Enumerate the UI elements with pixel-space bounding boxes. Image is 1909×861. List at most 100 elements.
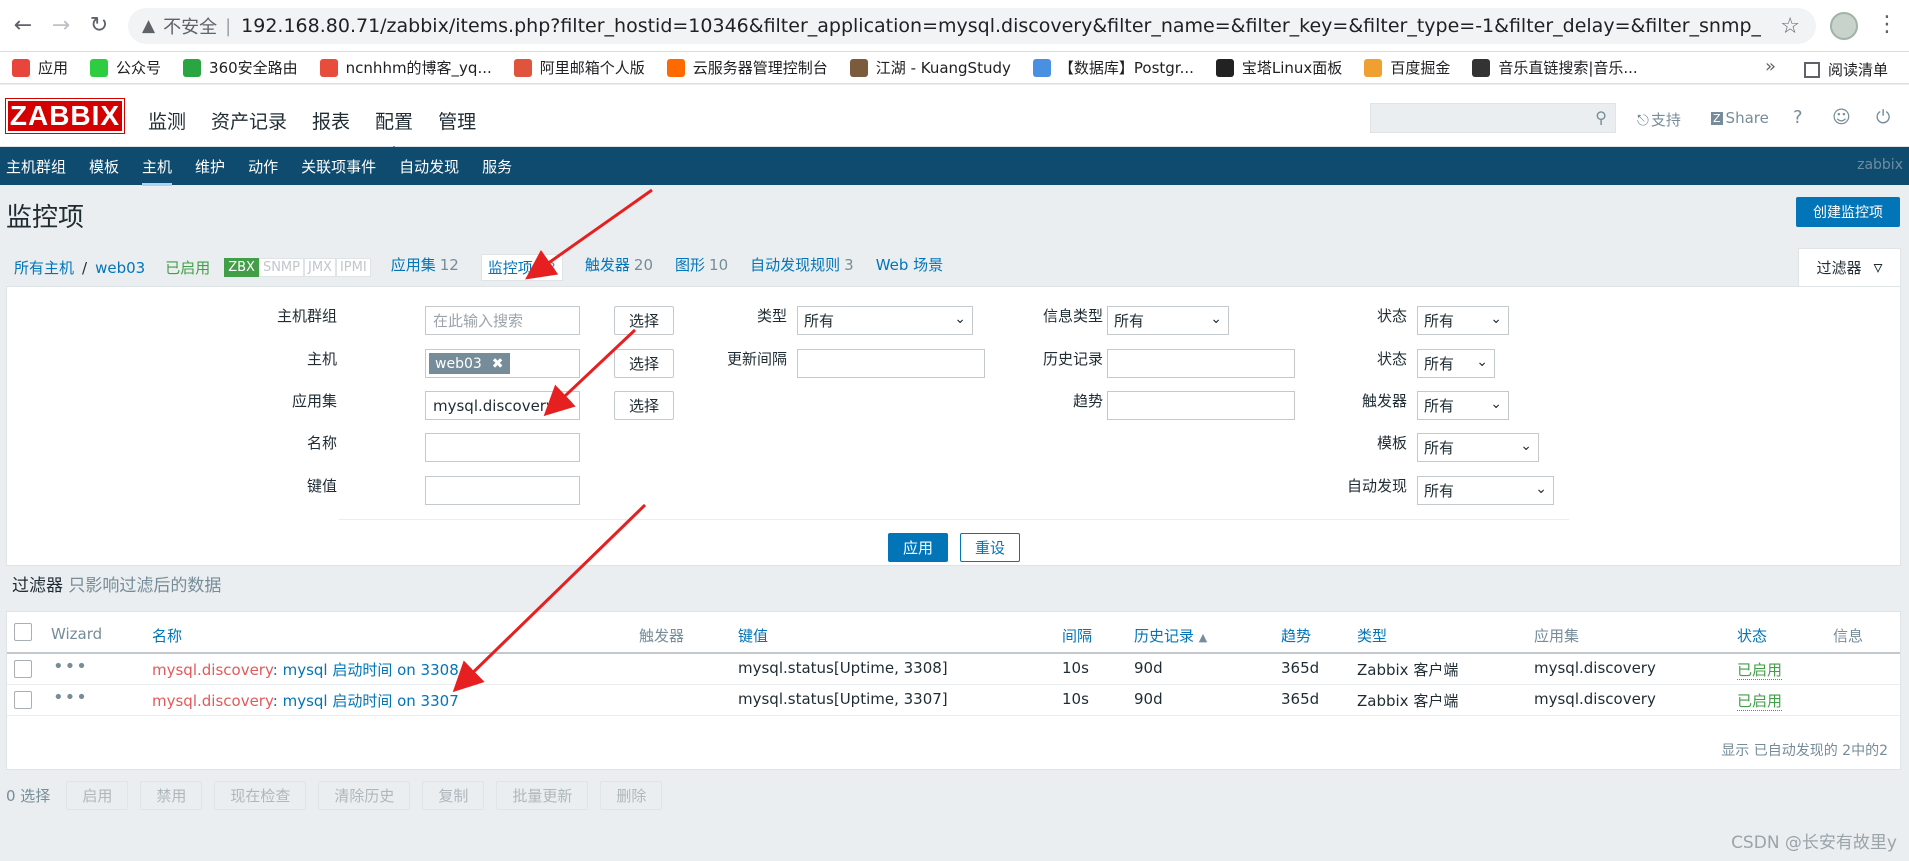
item-status[interactable]: 已启用: [1737, 690, 1783, 711]
host-tab[interactable]: 触发器 20: [585, 254, 653, 281]
bookmark-item[interactable]: 阿里邮箱个人版: [513, 57, 645, 78]
wizard-menu-icon[interactable]: •••: [53, 687, 88, 708]
info-type-select[interactable]: 所有 ⌄: [1107, 306, 1229, 335]
bookmark-star-icon[interactable]: ☆: [1780, 14, 1800, 39]
help-icon[interactable]: ?: [1793, 107, 1803, 128]
host-tab[interactable]: 监控项 53: [480, 254, 563, 281]
select-all-checkbox[interactable]: [14, 623, 32, 641]
template-select[interactable]: 所有 ⌄: [1417, 433, 1539, 462]
col-type[interactable]: 类型: [1357, 625, 1387, 646]
main-menu-item[interactable]: 管理: [438, 107, 476, 134]
mass-action-button[interactable]: 禁用: [140, 781, 203, 810]
host-multiselect[interactable]: web03 ✖: [425, 349, 580, 378]
address-bar[interactable]: ▲ 不安全 | 192.168.80.71/zabbix/items.php?f…: [128, 8, 1816, 44]
support-link[interactable]: ⎋ 支持: [1637, 109, 1681, 130]
user-profile-icon[interactable]: ☺: [1832, 107, 1851, 128]
wizard-menu-icon[interactable]: •••: [53, 656, 88, 677]
zabbix-logo[interactable]: ZABBIX: [5, 98, 125, 134]
sub-nav-item[interactable]: 主机: [142, 156, 173, 186]
main-menu-item[interactable]: 配置: [375, 107, 413, 154]
main-menu-item[interactable]: 资产记录: [211, 107, 287, 134]
host-tab[interactable]: 图形 10: [675, 254, 728, 281]
col-interval[interactable]: 间隔: [1062, 625, 1092, 646]
profile-avatar[interactable]: [1830, 12, 1858, 40]
host-group-select-button[interactable]: 选择: [614, 306, 674, 335]
bookmark-item[interactable]: 云服务器管理控制台: [666, 57, 828, 78]
trends-input[interactable]: [1107, 391, 1295, 420]
row-checkbox[interactable]: [14, 691, 32, 709]
application-select-button[interactable]: 选择: [614, 391, 674, 420]
col-history[interactable]: 历史记录 ▲: [1134, 625, 1207, 646]
bookmark-item[interactable]: 公众号: [90, 57, 161, 78]
share-link[interactable]: Z Share: [1711, 109, 1769, 127]
mass-action-button[interactable]: 复制: [422, 781, 485, 810]
host-label: 主机: [306, 350, 337, 368]
col-status[interactable]: 状态: [1737, 625, 1767, 646]
host-tab[interactable]: 自动发现规则 3: [750, 254, 854, 281]
host-group-input[interactable]: 在此输入搜索: [425, 306, 580, 335]
bookmark-item[interactable]: 音乐直链搜索|音乐...: [1472, 57, 1638, 78]
bookmark-item[interactable]: 360安全路由: [183, 57, 298, 78]
key-input[interactable]: [425, 476, 580, 505]
mass-action-button[interactable]: 批量更新: [496, 781, 589, 810]
back-icon[interactable]: ←: [8, 11, 38, 41]
remove-tag-icon[interactable]: ✖: [492, 356, 504, 372]
discovery-rule-link[interactable]: mysql.discovery: [152, 692, 273, 710]
col-key[interactable]: 键值: [738, 625, 768, 646]
host-select-button[interactable]: 选择: [614, 349, 674, 378]
sub-nav-item[interactable]: 服务: [482, 156, 512, 177]
search-icon[interactable]: ⚲: [1595, 108, 1607, 127]
apply-button[interactable]: 应用: [888, 533, 948, 562]
bookmark-item[interactable]: 宝塔Linux面板: [1215, 57, 1342, 78]
all-hosts-link[interactable]: 所有主机: [14, 257, 74, 278]
item-name-link[interactable]: : mysql 启动时间 on 3307: [273, 692, 459, 710]
sub-nav-item[interactable]: 维护: [195, 156, 225, 177]
host-tab[interactable]: Web 场景: [876, 254, 947, 281]
name-input[interactable]: [425, 433, 580, 462]
host-tab[interactable]: 应用集 12: [391, 254, 459, 281]
application-input[interactable]: mysql.discovery: [425, 391, 580, 420]
interval-input[interactable]: [797, 349, 985, 378]
bookmark-item[interactable]: ncnhhm的博客_yq...: [319, 57, 492, 78]
forward-icon[interactable]: →: [46, 11, 76, 41]
sub-nav-item[interactable]: 自动发现: [399, 156, 459, 177]
history-input[interactable]: [1107, 349, 1295, 378]
row-checkbox[interactable]: [14, 660, 32, 678]
sub-nav-item[interactable]: 模板: [89, 156, 119, 177]
bookmark-item[interactable]: 【数据库】Postgr...: [1032, 57, 1194, 78]
bookmark-item[interactable]: 江湖 - KuangStudy: [849, 57, 1011, 78]
reading-list[interactable]: 阅读清单: [1804, 59, 1888, 80]
state-select[interactable]: 所有 ⌄: [1417, 306, 1509, 335]
host-status[interactable]: 已启用: [165, 257, 210, 278]
create-item-button[interactable]: 创建监控项: [1796, 197, 1900, 227]
col-trends[interactable]: 趋势: [1281, 625, 1311, 646]
sub-nav-item[interactable]: 关联项事件: [301, 156, 376, 177]
bookmark-item[interactable]: 应用: [12, 57, 68, 78]
mass-action-button[interactable]: 清除历史: [318, 781, 411, 810]
bookmark-item[interactable]: 百度掘金: [1364, 57, 1450, 78]
discovered-select[interactable]: 所有 ⌄: [1417, 476, 1554, 505]
item-status[interactable]: 已启用: [1737, 659, 1783, 680]
main-menu-item[interactable]: 监测: [148, 107, 186, 134]
mass-action-button[interactable]: 删除: [600, 781, 663, 810]
reload-icon[interactable]: ↻: [84, 11, 114, 41]
global-search-input[interactable]: ⚲: [1370, 103, 1616, 133]
type-select[interactable]: 所有 ⌄: [797, 306, 973, 335]
mass-action-button[interactable]: 现在检查: [214, 781, 307, 810]
main-menu-item[interactable]: 报表: [312, 107, 350, 134]
discovery-rule-link[interactable]: mysql.discovery: [152, 661, 273, 679]
status-select[interactable]: 所有 ⌄: [1417, 349, 1495, 378]
logout-icon[interactable]: ⏻: [1876, 107, 1890, 128]
mass-action-button[interactable]: 启用: [66, 781, 129, 810]
reset-button[interactable]: 重设: [960, 533, 1020, 562]
item-name-link[interactable]: : mysql 启动时间 on 3308: [273, 661, 459, 679]
sub-nav-item[interactable]: 主机群组: [6, 156, 66, 177]
triggers-select[interactable]: 所有 ⌄: [1417, 391, 1509, 420]
browser-menu-icon[interactable]: ⋮: [1876, 12, 1898, 37]
col-name[interactable]: 名称: [152, 625, 182, 646]
bookmarks-overflow-icon[interactable]: »: [1765, 56, 1776, 77]
sub-nav-item[interactable]: 动作: [248, 156, 278, 177]
host-link[interactable]: web03: [95, 259, 145, 277]
url-text[interactable]: 192.168.80.71/zabbix/items.php?filter_ho…: [241, 15, 1761, 37]
filter-tab[interactable]: 过滤器 ▿: [1798, 248, 1901, 286]
